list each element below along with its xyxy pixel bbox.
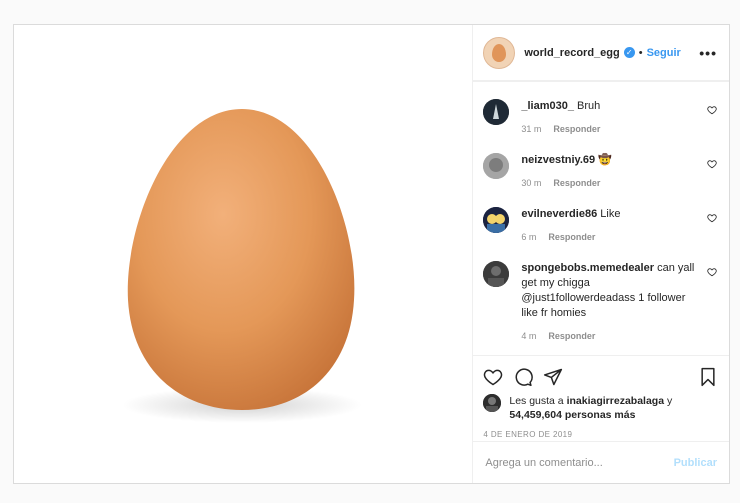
avatar[interactable]: [483, 153, 510, 179]
comment-body: evilneverdie86 Like 6 m Responder: [521, 207, 717, 245]
divider: [473, 81, 729, 85]
list-item: evilneverdie86 Like 6 m Responder: [483, 207, 717, 245]
post-dialog: world_record_egg ✓ • Seguir ••• _liam030…: [13, 24, 730, 484]
add-comment-bar: Publicar: [473, 441, 729, 483]
comment-meta: 31 m Responder: [521, 122, 699, 137]
separator-dot: •: [638, 46, 643, 59]
comment-text: Like: [600, 208, 621, 220]
bookmark-icon[interactable]: [699, 367, 717, 387]
reply-button[interactable]: Responder: [553, 178, 600, 188]
liker-avatar-icon: [483, 394, 502, 412]
verified-badge-icon: ✓: [623, 47, 635, 58]
blur-avatar-icon: [483, 153, 510, 179]
comment-time: 31 m: [521, 124, 542, 134]
post-image[interactable]: [14, 25, 474, 483]
comment-time: 30 m: [521, 178, 542, 188]
action-icons: [483, 364, 717, 390]
comment-time: 4 m: [521, 331, 537, 341]
avatar[interactable]: [483, 394, 502, 412]
reply-button[interactable]: Responder: [548, 232, 595, 242]
more-options-icon[interactable]: •••: [699, 45, 717, 61]
figure-avatar-icon: [483, 99, 510, 125]
comment-username[interactable]: neizvestniy.69: [521, 154, 595, 166]
post-username[interactable]: world_record_egg: [524, 47, 619, 59]
likes-text: Les gusta a inakiagirrezabalaga y 54,459…: [509, 394, 672, 422]
like-comment-heart-icon[interactable]: [707, 105, 717, 115]
comment-input[interactable]: [485, 456, 674, 469]
avatar[interactable]: [483, 99, 510, 125]
comment-text: 🤠: [598, 154, 612, 166]
liker-username[interactable]: inakiagirrezabalaga: [567, 395, 664, 407]
comments-list[interactable]: _liam030_ Bruh 31 m Responder neizvestniy…: [473, 81, 729, 355]
comment-meta: 6 m Responder: [521, 230, 699, 245]
list-item: spongebobs.memedealer can yall get my ch…: [483, 261, 717, 344]
avatar[interactable]: [483, 36, 516, 69]
comment-username[interactable]: _liam030_: [521, 100, 574, 112]
comment-body: spongebobs.memedealer can yall get my ch…: [521, 261, 717, 344]
photo-avatar-icon: [483, 261, 510, 287]
post-date[interactable]: 4 DE ENERO DE 2019: [483, 430, 717, 439]
comment-icon[interactable]: [513, 367, 534, 387]
reply-button[interactable]: Responder: [548, 331, 595, 341]
comment-username[interactable]: spongebobs.memedealer: [521, 262, 654, 274]
comment-meta: 4 m Responder: [521, 329, 699, 344]
like-comment-heart-icon[interactable]: [707, 159, 717, 169]
reply-button[interactable]: Responder: [553, 124, 600, 134]
comment-time: 6 m: [521, 232, 537, 242]
likes-prefix: Les gusta a: [509, 395, 564, 407]
heart-icon[interactable]: [483, 367, 503, 387]
comment-username[interactable]: evilneverdie86: [521, 208, 597, 220]
list-item: neizvestniy.69 🤠 30 m Responder: [483, 153, 717, 191]
list-item: _liam030_ Bruh 31 m Responder: [483, 99, 717, 137]
likes-count[interactable]: 54,459,604 personas más: [509, 409, 635, 421]
comment-meta: 30 m Responder: [521, 176, 699, 191]
comment-text: Bruh: [577, 100, 601, 112]
comment-body: neizvestniy.69 🤠 30 m Responder: [521, 153, 717, 191]
comment-body: _liam030_ Bruh 31 m Responder: [521, 99, 717, 137]
avatar[interactable]: [483, 261, 510, 287]
post-sidebar: world_record_egg ✓ • Seguir ••• _liam030…: [473, 25, 729, 483]
follow-button[interactable]: Seguir: [647, 47, 681, 59]
like-comment-heart-icon[interactable]: [707, 213, 717, 223]
post-header: world_record_egg ✓ • Seguir •••: [473, 25, 729, 81]
egg-image: [122, 109, 362, 423]
like-comment-heart-icon[interactable]: [707, 267, 717, 277]
likes-connector: y: [666, 395, 673, 407]
avatar[interactable]: [483, 207, 510, 233]
egg-avatar-icon: [492, 43, 507, 62]
publish-button[interactable]: Publicar: [674, 457, 717, 469]
cartoon-avatar-icon: [483, 207, 510, 233]
likes-summary: Les gusta a inakiagirrezabalaga y 54,459…: [483, 394, 717, 422]
share-icon[interactable]: [543, 367, 563, 387]
